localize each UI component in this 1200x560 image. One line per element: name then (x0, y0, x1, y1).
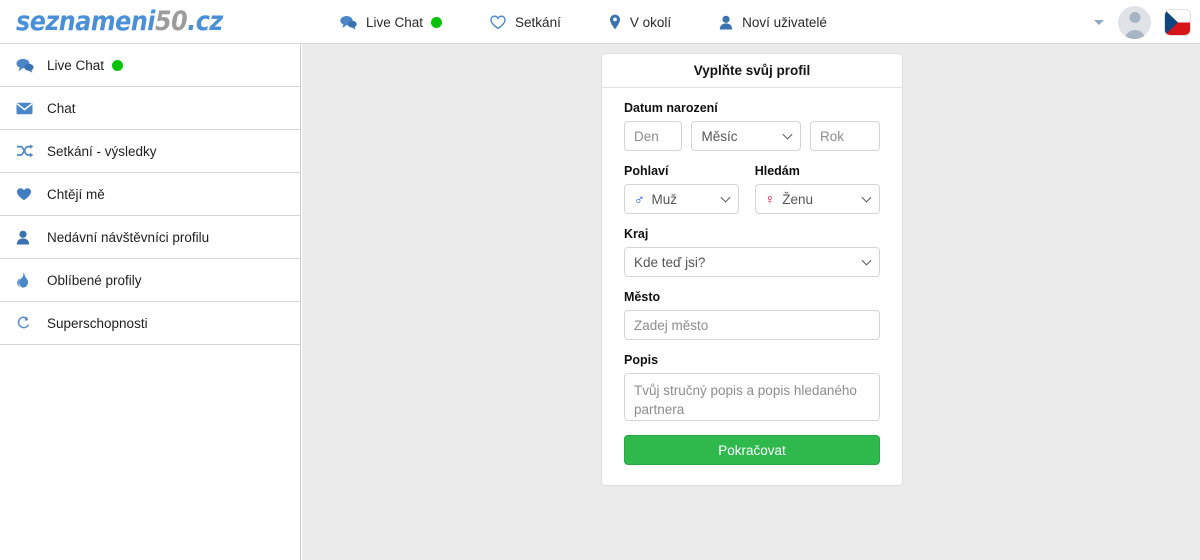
sidebar-item-superschopnosti[interactable]: Superschopnosti (0, 302, 300, 345)
profile-form-card: Vyplňte svůj profil Datum narození Den M… (601, 53, 903, 486)
map-pin-icon (609, 14, 621, 30)
sidebar-item-label: Chtějí mě (47, 186, 105, 202)
sidebar-item-live-chat[interactable]: Live Chat (0, 44, 300, 87)
description-label: Popis (624, 353, 659, 367)
region-label: Kraj (624, 227, 649, 241)
avatar-head (1129, 11, 1140, 23)
region-value: Kde teď jsi? (634, 254, 706, 270)
seeking-value: Ženu (782, 191, 814, 207)
birth-month-value: Měsíc (701, 128, 738, 144)
male-symbol-icon: ♂ (634, 191, 645, 207)
gender-seeking-controls: ♂ Muž ♀ Ženu (624, 184, 880, 214)
sidebar-item-setkani-vysledky[interactable]: Setkání - výsledky (0, 130, 300, 173)
region-select[interactable]: Kde teď jsi? (624, 247, 880, 277)
heart-filled-icon (16, 187, 40, 201)
top-navigation: Live Chat Setkání V okolí Noví uživatelé (340, 0, 875, 44)
chevron-down-icon (861, 255, 872, 266)
user-icon (16, 230, 40, 245)
logo-part-2: 50 (155, 6, 188, 37)
topnav-label: V okolí (629, 14, 672, 30)
birth-date-row: Den Měsíc Rok (624, 121, 880, 151)
gender-value: Muž (651, 191, 678, 207)
avatar-body (1124, 29, 1145, 39)
topnav-item-setkani[interactable]: Setkání (490, 15, 561, 30)
chevron-down-icon (720, 192, 731, 203)
chevron-down-icon[interactable] (1094, 19, 1104, 25)
submit-button[interactable]: Pokračovat (624, 435, 880, 465)
sidebar-item-label: Live Chat (47, 57, 105, 73)
birth-month-select[interactable]: Měsíc (691, 121, 801, 151)
sidebar-item-label: Chat (47, 100, 76, 116)
topnav-item-v-okoli[interactable]: V okolí (609, 14, 671, 30)
shuffle-icon (16, 144, 40, 158)
logo-part-1: seznameni (16, 6, 156, 37)
topnav-item-live-chat[interactable]: Live Chat (340, 14, 443, 30)
city-label: Město (624, 290, 661, 304)
description-textarea[interactable]: Tvůj stručný popis a popis hledaného par… (624, 373, 880, 421)
top-bar: seznameni50.cz Live Chat Setkání V okolí… (0, 0, 1200, 44)
logo-part-3: .cz (187, 6, 223, 37)
gender-select[interactable]: ♂ Muž (624, 184, 739, 214)
sidebar-item-oblibene-profily[interactable]: Oblíbené profily (0, 259, 300, 302)
top-right-controls (1094, 0, 1190, 44)
city-input[interactable]: Zadej město (624, 310, 880, 340)
city-group: Město Zadej město (624, 290, 880, 340)
female-symbol-icon: ♀ (764, 191, 776, 207)
chevron-down-icon (782, 129, 793, 140)
sidebar-item-label: Nedávní návštěvníci profilu (47, 229, 210, 245)
fire-icon (16, 272, 40, 288)
sidebar-item-nedavni-navstevnici[interactable]: Nedávní návštěvníci profilu (0, 216, 300, 259)
seeking-select[interactable]: ♀ Ženu (754, 184, 880, 214)
online-status-dot (112, 59, 124, 71)
gender-seeking-labels: Pohlaví Hledám (624, 164, 880, 184)
sidebar: Live Chat Chat Setkání - výsledky Chtějí… (0, 44, 301, 560)
sidebar-item-label: Oblíbené profily (47, 272, 142, 288)
online-status-dot (431, 16, 443, 28)
sidebar-item-label: Setkání - výsledky (47, 143, 157, 159)
birth-year-input[interactable]: Rok (809, 121, 880, 151)
avatar[interactable] (1118, 5, 1151, 39)
seeking-label: Hledám (754, 164, 800, 178)
birth-date-label: Datum narození (624, 101, 718, 115)
main-content: Vyplňte svůj profil Datum narození Den M… (302, 44, 1200, 560)
envelope-icon (16, 102, 40, 115)
sidebar-item-chat[interactable]: Chat (0, 87, 300, 130)
comments-icon (340, 15, 357, 30)
birth-day-input[interactable]: Den (624, 121, 683, 151)
superpower-circle-icon (16, 316, 40, 331)
topnav-label: Noví uživatelé (742, 14, 827, 30)
chevron-down-icon (861, 192, 872, 203)
card-body: Datum narození Den Měsíc Rok Pohlaví Hle… (602, 88, 902, 485)
comments-icon (16, 58, 40, 73)
topnav-label: Live Chat (366, 14, 424, 30)
user-icon (719, 15, 733, 30)
gender-seeking-group: Pohlaví Hledám ♂ Muž ♀ Ženu (624, 164, 880, 214)
sidebar-item-chteji-me[interactable]: Chtějí mě (0, 173, 300, 216)
topnav-label: Setkání (515, 14, 561, 30)
sidebar-item-label: Superschopnosti (47, 315, 148, 331)
description-group: Popis Tvůj stručný popis a popis hledané… (624, 353, 880, 421)
gender-label: Pohlaví (624, 164, 669, 178)
region-group: Kraj Kde teď jsi? (624, 227, 880, 277)
heart-outline-icon (490, 14, 506, 30)
topnav-item-novi-uzivatele[interactable]: Noví uživatelé (719, 15, 827, 30)
card-title: Vyplňte svůj profil (602, 54, 902, 88)
czech-flag-icon[interactable] (1165, 9, 1190, 35)
site-logo[interactable]: seznameni50.cz (16, 6, 223, 37)
